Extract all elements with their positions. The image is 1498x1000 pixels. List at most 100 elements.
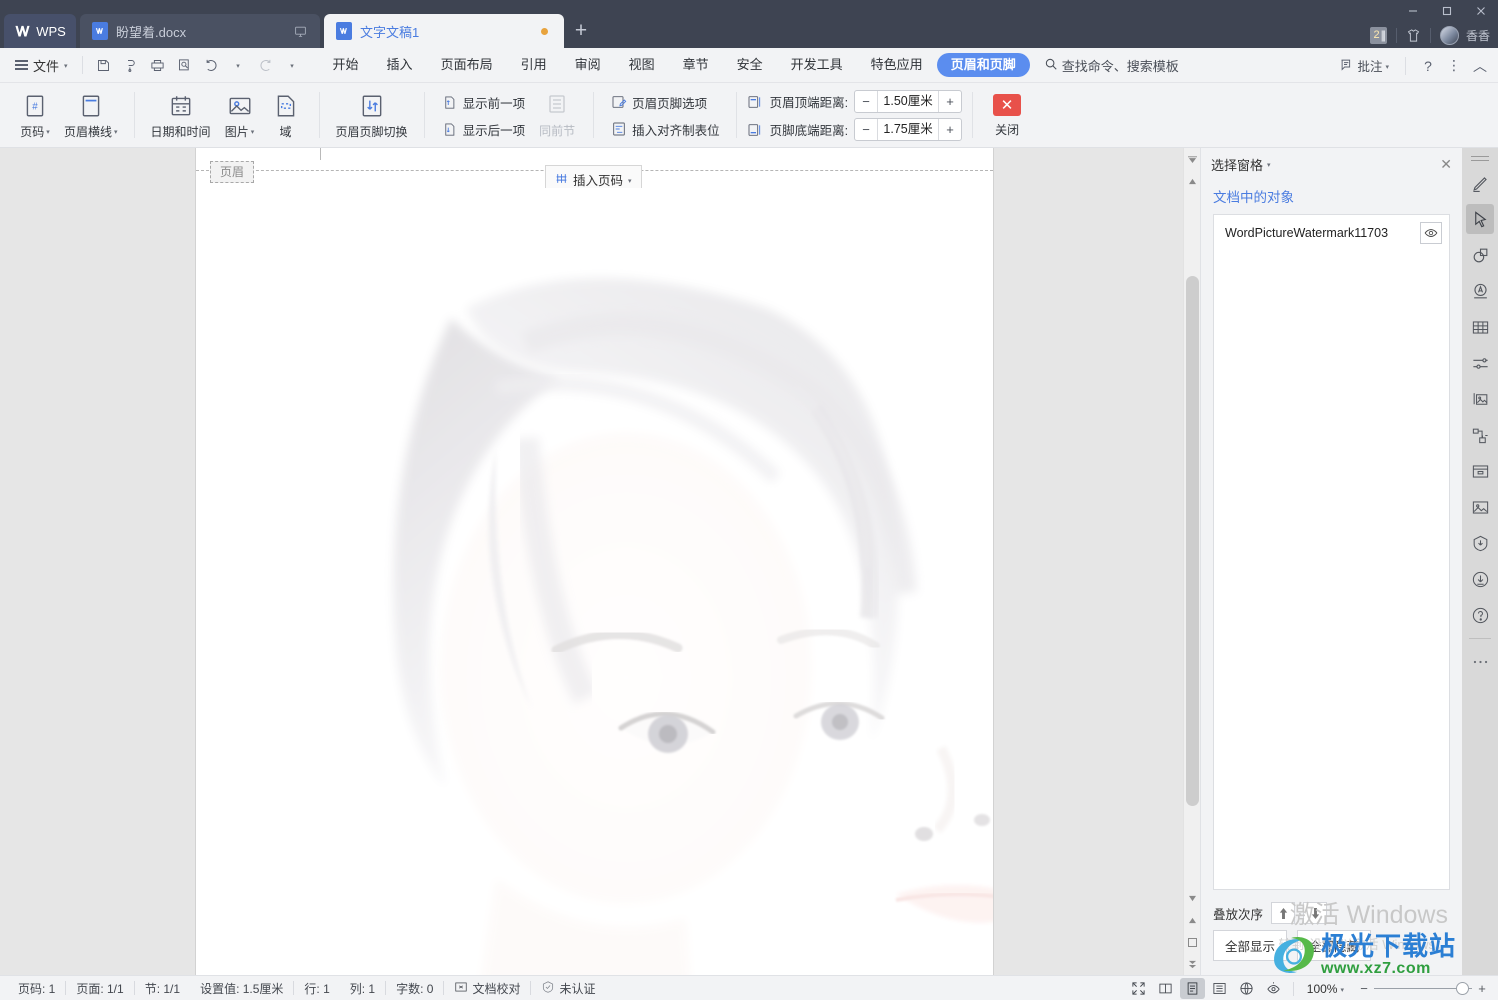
document-canvas[interactable]: 页眉 插入页码 ▾ — [0, 148, 1183, 975]
object-list[interactable]: WordPictureWatermark11703 — [1213, 214, 1450, 890]
pen-highlight-icon[interactable] — [1466, 168, 1494, 198]
vertical-scroll-thumb[interactable] — [1186, 276, 1199, 806]
link-to-previous-button[interactable]: 同前节 — [531, 87, 583, 145]
rail-grip-icon[interactable] — [1471, 154, 1489, 162]
avatar[interactable] — [1440, 26, 1459, 45]
comment-button[interactable]: 批注 ▾ — [1333, 54, 1395, 78]
scroll-up-button[interactable] — [1184, 170, 1200, 192]
close-button[interactable] — [1464, 0, 1498, 22]
two-page-icon[interactable] — [1153, 978, 1178, 999]
close-header-footer-button[interactable]: ✕ 关闭 — [983, 87, 1031, 145]
tab-yinyong[interactable]: 引用 — [507, 53, 561, 77]
decrement-button[interactable]: − — [855, 91, 877, 112]
web-layout-icon[interactable] — [1234, 978, 1259, 999]
print-preview-icon[interactable] — [118, 53, 143, 77]
status-section[interactable]: 节: 1/1 — [135, 980, 190, 997]
date-time-button[interactable]: 日期和时间 — [145, 87, 217, 145]
search-command-box[interactable]: 查找命令、搜索模板 — [1044, 56, 1179, 75]
status-word-count[interactable]: 字数: 0 — [386, 980, 443, 997]
outline-icon[interactable] — [1207, 978, 1232, 999]
document-page[interactable]: 页眉 插入页码 ▾ — [196, 148, 993, 975]
maximize-button[interactable] — [1430, 0, 1464, 22]
show-next-button[interactable]: 显示后一项 — [435, 117, 532, 142]
status-certification[interactable]: 未认证 — [531, 980, 605, 997]
zoom-track[interactable] — [1374, 988, 1472, 989]
selection-pane-title[interactable]: 选择窗格 ▾ — [1211, 155, 1271, 174]
increment-button[interactable]: + — [939, 91, 961, 112]
eye-icon[interactable] — [1420, 222, 1442, 244]
select-browse-object-button[interactable] — [1184, 931, 1200, 953]
hide-all-button[interactable]: 全部隐藏 — [1297, 930, 1371, 961]
field-button[interactable]: 域 — [263, 87, 309, 145]
undo-icon[interactable] — [199, 53, 224, 77]
show-previous-button[interactable]: 显示前一项 — [435, 90, 532, 115]
redo-icon[interactable] — [253, 53, 278, 77]
page-layout-icon[interactable] — [1180, 978, 1205, 999]
vertical-scroll-strip[interactable] — [1183, 148, 1200, 975]
split-view-handle[interactable] — [1184, 148, 1200, 170]
collapse-ribbon-icon[interactable]: ︿ — [1468, 54, 1492, 78]
status-setting-value[interactable]: 设置值: 1.5厘米 — [190, 980, 293, 997]
shield-download-icon[interactable] — [1466, 564, 1494, 594]
scroll-down-button[interactable] — [1184, 887, 1200, 909]
image-stack-icon[interactable] — [1466, 384, 1494, 414]
monitor-icon[interactable] — [292, 23, 308, 39]
tab-shenyue[interactable]: 审阅 — [561, 53, 615, 77]
tab-tesheyingyong[interactable]: 特色应用 — [857, 53, 937, 77]
cursor-select-icon[interactable] — [1466, 204, 1494, 234]
bring-forward-button[interactable] — [1271, 902, 1295, 924]
help-circle-icon[interactable] — [1466, 600, 1494, 630]
picture-frame-icon[interactable] — [1466, 492, 1494, 522]
status-page-count[interactable]: 页面: 1/1 — [66, 980, 133, 997]
more-options-icon[interactable]: ⋮ — [1442, 54, 1466, 78]
help-icon[interactable]: ? — [1416, 54, 1440, 78]
status-proofread[interactable]: 文档校对 — [444, 980, 530, 997]
tab-kaifagongju[interactable]: 开发工具 — [777, 53, 857, 77]
show-all-button[interactable]: 全部显示 — [1213, 930, 1287, 961]
user-name[interactable]: 香香 — [1466, 27, 1490, 44]
status-row[interactable]: 行: 1 — [294, 980, 339, 997]
header-footer-options-button[interactable]: 页眉页脚选项 — [604, 90, 726, 115]
print-icon[interactable] — [145, 53, 170, 77]
table-icon[interactable] — [1466, 312, 1494, 342]
tab-charu[interactable]: 插入 — [373, 53, 427, 77]
vertical-scroll-track[interactable] — [1184, 192, 1200, 887]
tab-shitu[interactable]: 视图 — [615, 53, 669, 77]
smart-diagram-icon[interactable] — [1466, 420, 1494, 450]
undo-caret-icon[interactable]: ▾ — [226, 53, 251, 77]
tab-kaishi[interactable]: 开始 — [319, 53, 373, 77]
save-icon[interactable] — [91, 53, 116, 77]
shield-check-icon[interactable] — [1466, 528, 1494, 558]
list-item[interactable]: WordPictureWatermark11703 — [1219, 220, 1444, 246]
more-dots-icon[interactable] — [1466, 647, 1494, 677]
text-art-icon[interactable] — [1466, 276, 1494, 306]
tab-anquan[interactable]: 安全 — [723, 53, 777, 77]
insert-align-tab-button[interactable]: 插入对齐制表位 — [604, 117, 726, 142]
tab-yemeiheyejiao[interactable]: 页眉和页脚 — [937, 53, 1030, 77]
new-tab-button[interactable]: + — [564, 14, 598, 48]
increment-button[interactable]: + — [939, 119, 961, 140]
tab-pan-wang-zhe-docx[interactable]: 盼望着.docx — [80, 14, 320, 48]
header-footer-switch-button[interactable]: 页眉页脚切换 — [330, 87, 414, 145]
previous-page-button[interactable] — [1184, 909, 1200, 931]
zoom-thumb[interactable] — [1456, 982, 1469, 995]
file-menu-button[interactable]: 文件 ▾ — [9, 56, 74, 75]
fullscreen-icon[interactable] — [1126, 978, 1151, 999]
tab-count-badge[interactable]: 2 ||| — [1370, 27, 1387, 44]
shapes-icon[interactable] — [1466, 240, 1494, 270]
close-icon[interactable]: ✕ — [1440, 156, 1452, 173]
zoom-out-button[interactable]: − — [1354, 981, 1374, 996]
picture-button[interactable]: 图片▾ — [217, 87, 263, 145]
zoom-slider[interactable]: − + — [1354, 981, 1492, 996]
tab-zhangjie[interactable]: 章节 — [669, 53, 723, 77]
minimize-button[interactable] — [1396, 0, 1430, 22]
status-column[interactable]: 列: 1 — [340, 980, 385, 997]
send-backward-button[interactable] — [1303, 902, 1327, 924]
zoom-in-button[interactable]: + — [1472, 981, 1492, 996]
header-top-distance-spinner[interactable]: − 1.50厘米 + — [854, 90, 962, 113]
tab-wenzi-wengao-1[interactable]: 文字文稿1 — [324, 14, 564, 48]
header-line-button[interactable]: 页眉横线▾ — [58, 87, 124, 145]
watermark-image-container[interactable] — [196, 188, 993, 975]
header-top-distance-value[interactable]: 1.50厘米 — [877, 91, 939, 112]
next-page-button[interactable] — [1184, 953, 1200, 975]
